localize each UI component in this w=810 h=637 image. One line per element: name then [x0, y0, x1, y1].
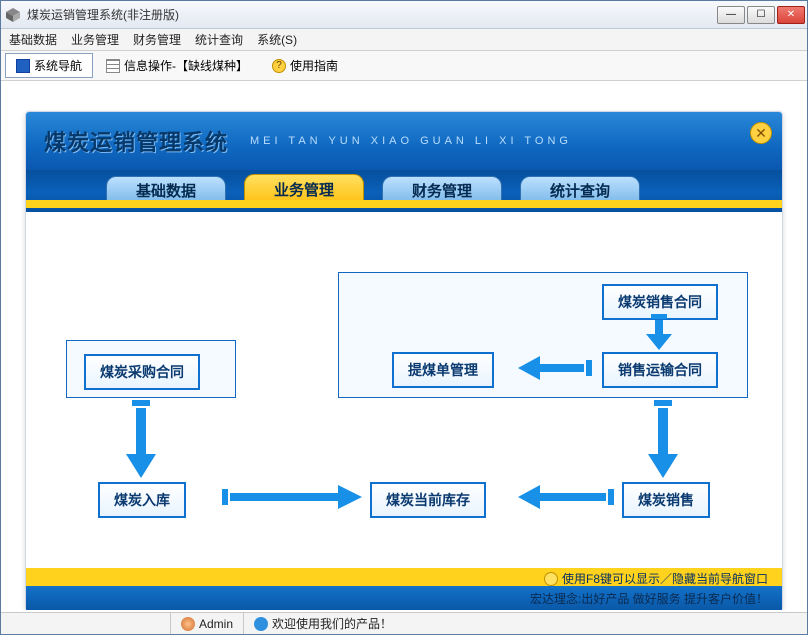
arrow-right-1 — [222, 485, 362, 509]
tool-system-nav[interactable]: 系统导航 — [5, 53, 93, 78]
toolbar: 系统导航 信息操作-【缺线煤种】 ? 使用指南 — [1, 51, 807, 81]
content-area: 煤炭运销管理系统 MEI TAN YUN XIAO GUAN LI XI TON… — [3, 83, 805, 610]
menu-base-data[interactable]: 基础数据 — [9, 31, 57, 48]
diagram-area: 煤炭采购合同 煤炭销售合同 提煤单管理 销售运输合同 煤炭入库 煤炭当前库存 煤… — [26, 212, 782, 568]
tool-label-help: 使用指南 — [290, 57, 338, 74]
node-pickup-mgmt[interactable]: 提煤单管理 — [392, 352, 494, 388]
node-purchase-contract[interactable]: 煤炭采购合同 — [84, 354, 200, 390]
arrow-left-2 — [518, 485, 614, 509]
info-icon — [254, 617, 268, 631]
help-icon: ? — [272, 59, 286, 73]
statusbar: Admin 欢迎使用我们的产品！ — [1, 612, 807, 634]
tool-label-nav: 系统导航 — [34, 57, 82, 74]
menu-stats[interactable]: 统计查询 — [195, 31, 243, 48]
menu-business[interactable]: 业务管理 — [71, 31, 119, 48]
panel-footer: 使用F8键可以显示／隐藏当前导航窗口 宏达理念:出好产品 做好服务 提升客户价值… — [26, 568, 782, 610]
status-user-name: Admin — [199, 617, 233, 631]
hint-text: 使用F8键可以显示／隐藏当前导航窗口 — [562, 570, 768, 587]
panel-close-button[interactable]: ✕ — [750, 122, 772, 144]
menu-finance[interactable]: 财务管理 — [133, 31, 181, 48]
arrow-down-2 — [646, 314, 672, 350]
arrow-left-1 — [518, 356, 592, 380]
panel-title: 煤炭运销管理系统 — [44, 125, 228, 157]
minimize-button[interactable]: — — [717, 6, 745, 24]
tab-underbar — [26, 200, 782, 208]
node-sales-transport[interactable]: 销售运输合同 — [602, 352, 718, 388]
node-coal-in[interactable]: 煤炭入库 — [98, 482, 186, 518]
grid-icon — [106, 59, 120, 73]
panel-subtitle: MEI TAN YUN XIAO GUAN LI XI TONG — [250, 135, 572, 147]
app-icon — [5, 7, 21, 23]
status-user: Admin — [171, 613, 244, 634]
node-coal-sale[interactable]: 煤炭销售 — [622, 482, 710, 518]
window-title: 煤炭运销管理系统(非注册版) — [27, 6, 717, 23]
tool-help[interactable]: ? 使用指南 — [261, 53, 349, 78]
header-band: 煤炭运销管理系统 MEI TAN YUN XIAO GUAN LI XI TON… — [26, 112, 782, 208]
node-coal-stock[interactable]: 煤炭当前库存 — [370, 482, 486, 518]
menubar: 基础数据 业务管理 财务管理 统计查询 系统(S) — [1, 29, 807, 51]
arrow-down-3 — [648, 400, 678, 478]
bulb-icon — [544, 572, 558, 586]
hint-row: 使用F8键可以显示／隐藏当前导航窗口 — [544, 570, 768, 587]
maximize-button[interactable]: ☐ — [747, 6, 775, 24]
tool-label-info: 信息操作-【缺线煤种】 — [124, 57, 248, 74]
titlebar: 煤炭运销管理系统(非注册版) — ☐ ✕ — [1, 1, 807, 29]
close-button[interactable]: ✕ — [777, 6, 805, 24]
user-icon — [181, 617, 195, 631]
status-welcome-text: 欢迎使用我们的产品！ — [272, 615, 392, 632]
nav-icon — [16, 59, 30, 73]
menu-system[interactable]: 系统(S) — [257, 31, 297, 48]
tool-info-op[interactable]: 信息操作-【缺线煤种】 — [95, 53, 259, 78]
status-welcome: 欢迎使用我们的产品！ — [244, 613, 807, 634]
nav-panel: 煤炭运销管理系统 MEI TAN YUN XIAO GUAN LI XI TON… — [25, 111, 783, 610]
slogan-text: 宏达理念:出好产品 做好服务 提升客户价值！ — [530, 590, 768, 607]
arrow-down-1 — [126, 400, 156, 478]
